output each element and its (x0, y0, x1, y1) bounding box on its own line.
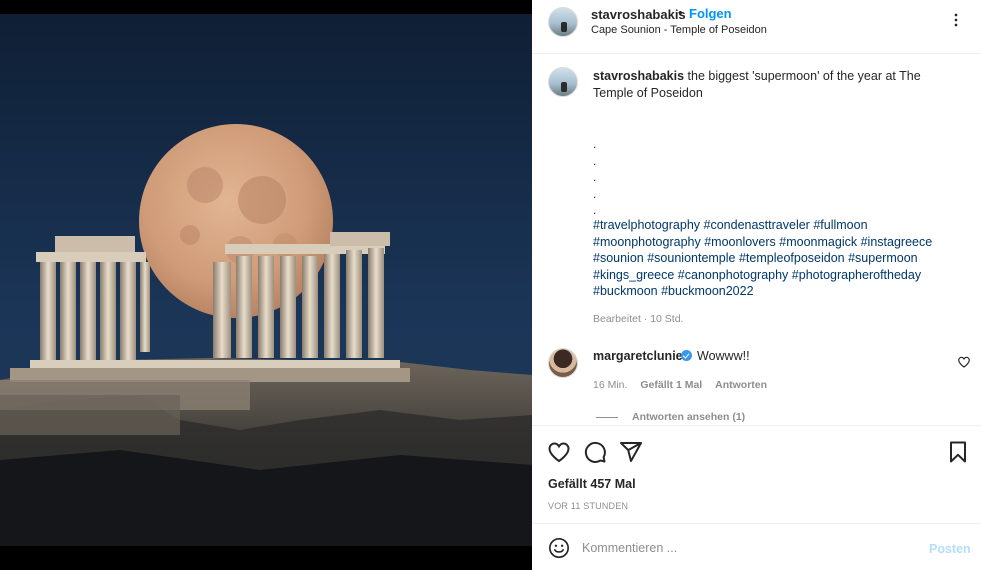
hashtag-link[interactable]: #moonmagick (779, 235, 857, 249)
hashtag-link[interactable]: #buckmoon (593, 284, 658, 298)
hashtag-link[interactable]: #supermoon (848, 251, 918, 265)
share-icon[interactable] (619, 440, 643, 464)
edited-timestamp: Bearbeitet · 10 Std. (593, 313, 684, 325)
comment-icon[interactable] (583, 440, 607, 464)
comment-time[interactable]: 16 Min. (593, 379, 627, 391)
commenter-avatar[interactable] (548, 348, 578, 378)
commenter-username[interactable]: margaretclunie (593, 349, 683, 363)
view-replies-button[interactable]: Antworten ansehen (1) (632, 411, 745, 423)
hashtag-link[interactable]: #buckmoon2022 (661, 284, 753, 298)
caption-dot: . (593, 170, 597, 184)
post-image[interactable] (0, 0, 532, 570)
hashtag-list: #travelphotography #condenasttraveler #f… (593, 217, 963, 300)
hashtag-link[interactable]: #canonphotography (678, 268, 789, 282)
post-actions: Gefällt 457 Mal VOR 11 STUNDEN (532, 425, 981, 523)
hashtag-link[interactable]: #templeofposeidon (739, 251, 845, 265)
post-header: stavroshabakis • Folgen Cape Sounion - T… (532, 0, 981, 54)
hashtag-link[interactable]: #photographeroftheday (792, 268, 921, 282)
hashtag-link[interactable]: #souniontemple (647, 251, 735, 265)
post-side-panel: stavroshabakis • Folgen Cape Sounion - T… (532, 0, 981, 570)
location-link[interactable]: Cape Sounion - Temple of Poseidon (591, 24, 767, 36)
caption-dots: . . . . . (593, 136, 596, 219)
hashtag-link[interactable]: #instagreece (861, 235, 933, 249)
hashtag-link[interactable]: #kings_greece (593, 268, 674, 282)
caption-dot: . (593, 186, 597, 201)
header-separator: • (678, 5, 683, 20)
post-comment-button[interactable]: Posten (929, 542, 971, 556)
hashtag-link[interactable]: #sounion (593, 251, 644, 265)
reply-button[interactable]: Antworten (715, 379, 767, 391)
post-timestamp[interactable]: VOR 11 STUNDEN (548, 501, 628, 511)
view-replies-divider (596, 417, 618, 418)
hashtag-link[interactable]: #travelphotography (593, 218, 700, 232)
hashtag-link[interactable]: #condenasttraveler (704, 218, 810, 232)
like-count[interactable]: Gefällt 457 Mal (548, 477, 636, 491)
follow-button[interactable]: Folgen (689, 6, 732, 21)
temple-moon-photo (0, 0, 532, 570)
hashtag-link[interactable]: #moonphotography (593, 235, 701, 249)
instagram-post-modal: stavroshabakis • Folgen Cape Sounion - T… (0, 0, 981, 570)
caption-dot: . (593, 153, 597, 168)
more-horizontal-icon[interactable] (946, 10, 966, 30)
comment-likes[interactable]: Gefällt 1 Mal (640, 379, 702, 391)
comment-input[interactable] (582, 536, 912, 560)
author-username[interactable]: stavroshabakis (591, 7, 686, 22)
comment-text: Wowww!! (697, 349, 750, 363)
emoji-icon[interactable] (548, 537, 570, 559)
caption-dot: . (593, 137, 597, 151)
hashtag-link[interactable]: #moonlovers (704, 235, 776, 249)
bookmark-icon[interactable] (946, 440, 970, 464)
heart-icon[interactable] (547, 440, 571, 464)
caption-username[interactable]: stavroshabakis (593, 69, 684, 83)
comment-meta: 16 Min. Gefällt 1 Mal Antworten (593, 379, 777, 391)
caption-text: stavroshabakis the biggest 'supermoon' o… (593, 68, 963, 102)
hashtag-link[interactable]: #fullmoon (813, 218, 867, 232)
comment-like-heart-icon[interactable] (957, 355, 971, 369)
caption-author-avatar[interactable] (548, 67, 578, 97)
comment-composer: Posten (532, 523, 981, 570)
verified-badge-icon (681, 350, 692, 361)
author-avatar[interactable] (548, 7, 578, 37)
comments-section[interactable]: stavroshabakis the biggest 'supermoon' o… (532, 55, 981, 425)
